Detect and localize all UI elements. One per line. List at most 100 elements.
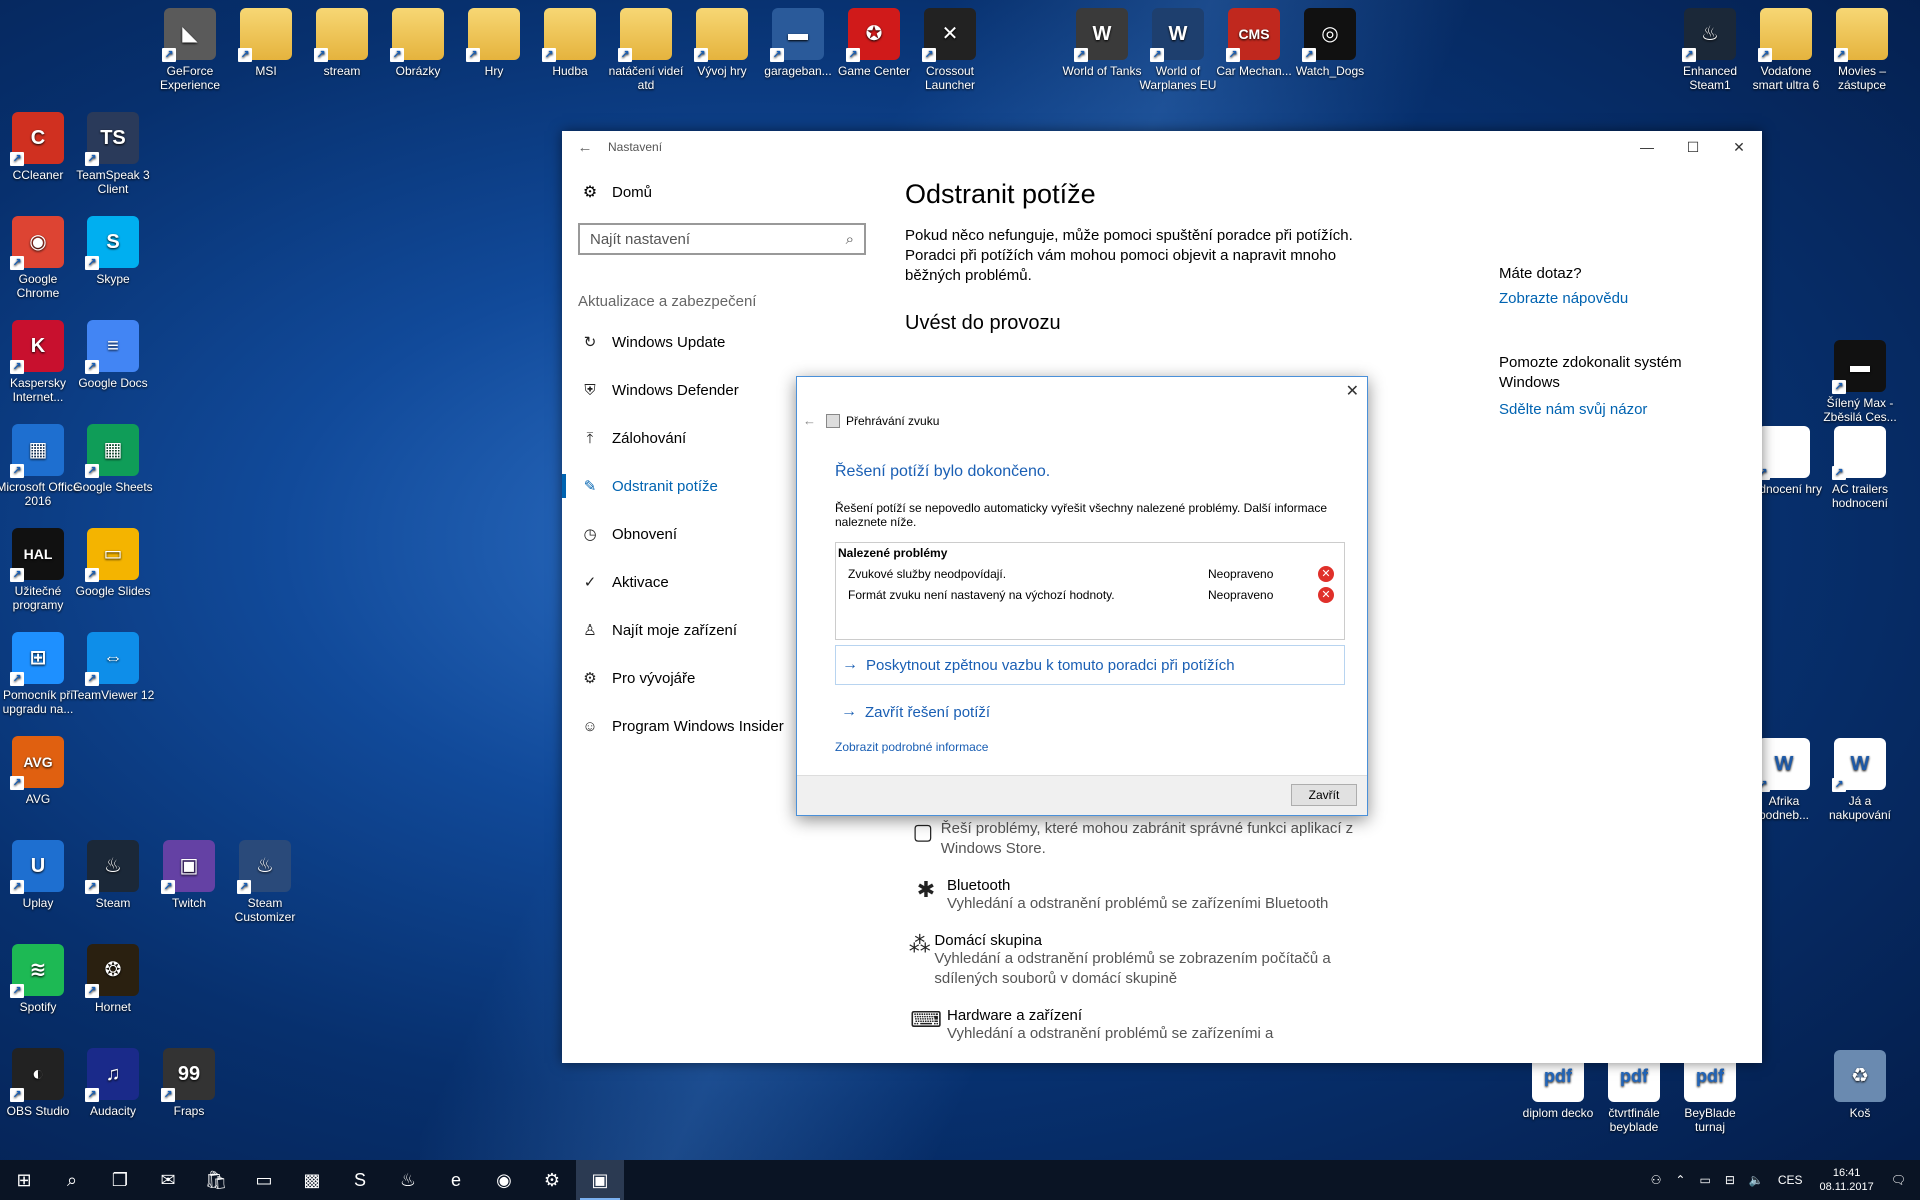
desktop-icon[interactable]: ◎ Watch_Dogs: [1288, 8, 1372, 78]
desktop-icon[interactable]: C CCleaner: [0, 112, 80, 182]
desktop-icon[interactable]: 99 Fraps: [147, 1048, 231, 1118]
desktop-icon[interactable]: ▣ Twitch: [147, 840, 231, 910]
desktop-icon[interactable]: ✕Crossout Launcher: [908, 8, 992, 92]
desktop-icon[interactable]: CMS Car Mechan...: [1212, 8, 1296, 78]
taskbar-mail-icon[interactable]: ✉: [144, 1160, 192, 1200]
desktop-icon[interactable]: ✪ Game Center: [832, 8, 916, 78]
desktop-icon[interactable]: ♨Steam Customizer: [223, 840, 307, 924]
desktop-icon[interactable]: natáčení videí atd: [604, 8, 688, 92]
desktop-icon[interactable]: ▬ garageban...: [756, 8, 840, 78]
notification-icon[interactable]: 🗨: [1891, 1173, 1906, 1187]
taskbar-troubleshooter-icon[interactable]: ▣: [576, 1160, 624, 1200]
network-icon[interactable]: ▭: [1699, 1173, 1710, 1187]
desktop-icon[interactable]: Movies – zástupce: [1820, 8, 1904, 92]
desktop-icon[interactable]: ◉Google Chrome: [0, 216, 80, 300]
power-icon[interactable]: ⊟: [1725, 1173, 1735, 1187]
troubleshooter-list: ▢ Řeší problémy, které mohou zabránit spr…: [905, 819, 1385, 1062]
taskbar-edge-icon[interactable]: e: [432, 1160, 480, 1200]
back-arrow-icon[interactable]: ←: [803, 413, 816, 428]
desktop-icon[interactable]: ♻ Koš: [1818, 1050, 1902, 1120]
nav-item[interactable]: ↻ Windows Update: [562, 318, 872, 366]
desktop-icon[interactable]: ▦Microsoft Office 2016: [0, 424, 80, 508]
taskbar-steam-icon[interactable]: ♨: [384, 1160, 432, 1200]
close-troubleshooting-option[interactable]: → Zavřít řešení potíží: [841, 703, 990, 721]
desktop-icon[interactable]: ⊞Pomocník při upgradu na...: [0, 632, 80, 716]
desktop-icon[interactable]: ▬Šílený Max - Zběsilá Ces...: [1818, 340, 1902, 424]
desktop-icon[interactable]: ≋ Spotify: [0, 944, 80, 1014]
desktop-icon-label: Kaspersky Internet...: [9, 376, 67, 404]
desktop-icon[interactable]: ▦ Google Sheets: [71, 424, 155, 494]
nav-item-label: Program Windows Insider: [612, 717, 784, 735]
desktop-icon[interactable]: AC trailers hodnocení: [1818, 426, 1902, 510]
taskbar-explorer-icon[interactable]: ▭: [240, 1160, 288, 1200]
minimize-icon[interactable]: —: [1624, 139, 1670, 155]
app-icon: U: [10, 840, 64, 894]
desktop-icon[interactable]: W World of Tanks: [1060, 8, 1144, 78]
taskbar-skype-icon[interactable]: S: [336, 1160, 384, 1200]
desktop-icon[interactable]: WJá a nakupování: [1818, 738, 1902, 822]
nav-home[interactable]: ⚙ Domů: [562, 173, 872, 211]
taskbar-task-view-icon[interactable]: ❐: [96, 1160, 144, 1200]
desktop-icon[interactable]: ♨Enhanced Steam1: [1668, 8, 1752, 92]
problem-row[interactable]: Zvukové služby neodpovídají. Neopraveno …: [836, 563, 1344, 584]
desktop-icon[interactable]: KKaspersky Internet...: [0, 320, 80, 404]
troubleshooter-item[interactable]: ▢ Řeší problémy, které mohou zabránit spr…: [905, 819, 1385, 859]
taskbar-settings-icon[interactable]: ⚙: [528, 1160, 576, 1200]
volume-icon[interactable]: 🔈: [1749, 1173, 1764, 1187]
feedback-link[interactable]: Sdělte nám svůj názor: [1499, 401, 1739, 418]
app-icon: ✕: [922, 8, 976, 62]
taskbar-start-icon[interactable]: ⊞: [0, 1160, 48, 1200]
taskbar-search-icon[interactable]: ⌕: [48, 1160, 96, 1200]
desktop-icon[interactable]: Hry: [452, 8, 536, 78]
desktop-icon[interactable]: ◣GeForce Experience: [148, 8, 232, 92]
desktop-icon-label: TeamSpeak 3 Client: [76, 168, 150, 196]
problem-row[interactable]: Formát zvuku není nastavený na výchozí h…: [836, 584, 1344, 605]
chevron-up-icon[interactable]: ⌃: [1675, 1173, 1685, 1187]
taskbar-store-icon[interactable]: 🛍: [192, 1160, 240, 1200]
people-icon[interactable]: ⚇: [1651, 1173, 1662, 1187]
desktop-icon[interactable]: Vývoj hry: [680, 8, 764, 78]
desktop-icon[interactable]: S Skype: [71, 216, 155, 286]
troubleshooter-item[interactable]: ⁂ Domácí skupina Vyhledání a odstranění pr…: [905, 932, 1385, 989]
desktop-icon[interactable]: stream: [300, 8, 384, 78]
close-button[interactable]: Zavřít: [1291, 784, 1357, 806]
close-icon[interactable]: ✕: [1716, 139, 1762, 156]
desktop-icon[interactable]: WWorld of Warplanes EU: [1136, 8, 1220, 92]
desktop-icon[interactable]: ♫ Audacity: [71, 1048, 155, 1118]
maximize-icon[interactable]: ☐: [1670, 139, 1716, 156]
desktop-icon[interactable]: TSTeamSpeak 3 Client: [71, 112, 155, 196]
feedback-option[interactable]: → Poskytnout zpětnou vazbu k tomuto pora…: [835, 645, 1345, 685]
desktop-icon[interactable]: ❂ Hornet: [71, 944, 155, 1014]
taskbar-chrome-icon[interactable]: ◉: [480, 1160, 528, 1200]
desktop-icon-label: Crossout Launcher: [924, 64, 976, 92]
desktop-icon-label: AVG: [25, 792, 51, 806]
desktop-icon[interactable]: AVG AVG: [0, 736, 80, 806]
troubleshooter-text: Bluetooth Vyhledání a odstranění problémů…: [947, 877, 1328, 914]
desktop-icon[interactable]: U Uplay: [0, 840, 80, 910]
dialog-close-icon[interactable]: ✕: [1346, 381, 1359, 401]
app-icon: [238, 8, 292, 62]
desktop-icon[interactable]: Vodafone smart ultra 6: [1744, 8, 1828, 92]
desktop-icon[interactable]: MSI: [224, 8, 308, 78]
clock[interactable]: 16:41 08.11.2017: [1820, 1166, 1874, 1194]
help-link[interactable]: Zobrazte nápovědu: [1499, 290, 1739, 307]
language-indicator[interactable]: CES: [1778, 1173, 1803, 1187]
desktop-icon[interactable]: Obrázky: [376, 8, 460, 78]
desktop-icon[interactable]: Hudba: [528, 8, 612, 78]
back-arrow-icon[interactable]: ←: [562, 139, 608, 156]
troubleshooter-item[interactable]: ⌨ Hardware a zařízení Vyhledání a odstraně…: [905, 1007, 1385, 1044]
desktop-icon[interactable]: ▭ Google Slides: [71, 528, 155, 598]
search-input[interactable]: Najít nastavení ⌕: [578, 223, 866, 255]
desktop-icon-label: Car Mechan...: [1216, 64, 1292, 78]
app-icon: [1756, 426, 1810, 480]
desktop-icon[interactable]: HALUžitečné programy: [0, 528, 80, 612]
taskbar-minecraft-icon[interactable]: ▩: [288, 1160, 336, 1200]
troubleshooter-item[interactable]: ✱ Bluetooth Vyhledání a odstranění problém…: [905, 877, 1385, 914]
desktop-icon[interactable]: ⇔ TeamViewer 12: [71, 632, 155, 702]
desktop-icon[interactable]: ♨ Steam: [71, 840, 155, 910]
problem-status: Neopraveno: [1208, 587, 1274, 602]
desktop-icon[interactable]: ◐ OBS Studio: [0, 1048, 80, 1118]
desktop-icon[interactable]: ≡ Google Docs: [71, 320, 155, 390]
details-link[interactable]: Zobrazit podrobné informace: [835, 740, 988, 754]
troubleshooter-title: Hardware a zařízení: [947, 1007, 1083, 1024]
